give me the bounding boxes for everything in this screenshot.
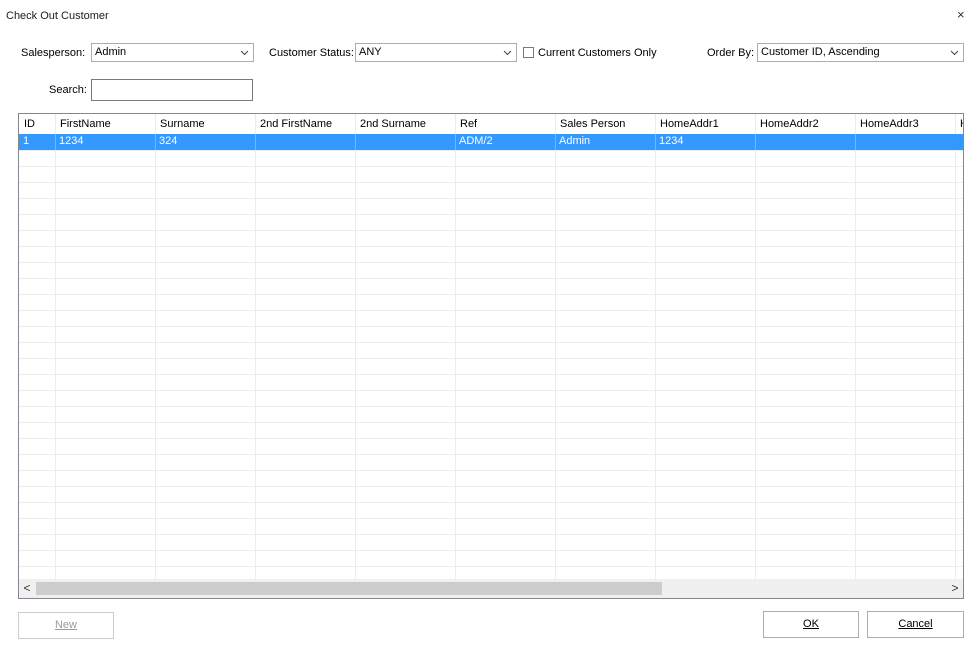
column-divider bbox=[855, 114, 856, 580]
column-header[interactable]: FirstName bbox=[55, 114, 155, 134]
column-header[interactable]: HomeAddr2 bbox=[755, 114, 855, 134]
row-divider bbox=[19, 454, 963, 455]
table-cell: ADM/2 bbox=[459, 135, 493, 147]
customer-status-label: Customer Status: bbox=[269, 47, 354, 59]
column-divider bbox=[955, 114, 956, 580]
cell-divider bbox=[755, 134, 756, 150]
chevron-down-icon bbox=[503, 48, 512, 57]
close-icon[interactable]: × bbox=[957, 7, 965, 22]
cell-divider bbox=[355, 134, 356, 150]
cell-divider bbox=[555, 134, 556, 150]
row-divider bbox=[19, 390, 963, 391]
row-divider bbox=[19, 278, 963, 279]
cell-divider bbox=[855, 134, 856, 150]
column-divider bbox=[55, 114, 56, 580]
cell-divider bbox=[255, 134, 256, 150]
column-divider bbox=[555, 114, 556, 580]
ok-button-label: OK bbox=[803, 618, 819, 630]
table-cell bbox=[755, 134, 855, 150]
column-header[interactable]: 2nd FirstName bbox=[255, 114, 355, 134]
row-divider bbox=[19, 294, 963, 295]
cancel-button-label: Cancel bbox=[898, 618, 933, 630]
row-divider bbox=[19, 518, 963, 519]
customer-status-select[interactable]: ANY bbox=[355, 43, 517, 62]
order-by-select[interactable]: Customer ID, Ascending bbox=[757, 43, 964, 62]
cell-divider bbox=[155, 134, 156, 150]
row-divider bbox=[19, 198, 963, 199]
salesperson-select[interactable]: Admin bbox=[91, 43, 254, 62]
row-divider bbox=[19, 166, 963, 167]
row-divider bbox=[19, 422, 963, 423]
column-header[interactable]: Ref bbox=[455, 114, 555, 134]
table-cell: 1 bbox=[23, 135, 30, 147]
row-divider bbox=[19, 246, 963, 247]
scrollbar-thumb[interactable] bbox=[36, 582, 662, 595]
row-divider bbox=[19, 534, 963, 535]
order-by-label: Order By: bbox=[707, 47, 755, 59]
scroll-right-icon[interactable]: > bbox=[947, 580, 963, 597]
row-divider bbox=[19, 550, 963, 551]
search-input[interactable] bbox=[91, 79, 253, 101]
row-divider bbox=[19, 358, 963, 359]
row-divider bbox=[19, 438, 963, 439]
row-divider bbox=[19, 502, 963, 503]
column-divider bbox=[455, 114, 456, 580]
row-divider bbox=[19, 566, 963, 567]
column-divider bbox=[755, 114, 756, 580]
horizontal-scrollbar[interactable]: < > bbox=[19, 579, 963, 598]
row-divider bbox=[19, 262, 963, 263]
cell-divider bbox=[455, 134, 456, 150]
row-divider bbox=[19, 214, 963, 215]
column-divider bbox=[155, 114, 156, 580]
ok-button[interactable]: OK bbox=[763, 611, 859, 638]
chevron-down-icon bbox=[240, 48, 249, 57]
cancel-button[interactable]: Cancel bbox=[867, 611, 964, 638]
cell-divider bbox=[55, 134, 56, 150]
column-header[interactable]: HomeAddr3 bbox=[855, 114, 955, 134]
window-title: Check Out Customer bbox=[6, 10, 109, 22]
table-cell bbox=[355, 134, 455, 150]
row-divider bbox=[19, 230, 963, 231]
search-label: Search: bbox=[49, 84, 87, 96]
current-customers-only-label: Current Customers Only bbox=[538, 47, 657, 59]
table-cell: 1234 bbox=[59, 135, 84, 147]
cell-divider bbox=[655, 134, 656, 150]
salesperson-label: Salesperson: bbox=[21, 47, 86, 59]
row-divider bbox=[19, 470, 963, 471]
table-cell: Admin bbox=[559, 135, 591, 147]
customer-grid[interactable]: ID FirstName Surname 2nd FirstName 2nd Surna… bbox=[18, 113, 964, 599]
customer-status-value: ANY bbox=[359, 46, 382, 58]
row-divider bbox=[19, 150, 963, 151]
column-divider bbox=[655, 114, 656, 580]
new-button[interactable]: New bbox=[18, 612, 114, 639]
column-header[interactable]: Surname bbox=[155, 114, 255, 134]
new-button-label: New bbox=[54, 619, 77, 631]
table-cell: 1234 bbox=[659, 135, 684, 147]
row-divider bbox=[19, 310, 963, 311]
column-divider bbox=[255, 114, 256, 580]
column-header[interactable]: H bbox=[955, 114, 963, 134]
table-row[interactable]: 1 1234 324 ADM/2 Admin 1234 bbox=[19, 134, 963, 150]
chevron-down-icon bbox=[950, 48, 959, 57]
salesperson-value: Admin bbox=[95, 46, 127, 58]
scroll-left-icon[interactable]: < bbox=[19, 580, 35, 597]
table-cell bbox=[855, 134, 955, 150]
column-header[interactable]: HomeAddr1 bbox=[655, 114, 755, 134]
column-header[interactable]: ID bbox=[19, 114, 55, 134]
current-customers-only-checkbox[interactable] bbox=[523, 47, 534, 58]
row-divider bbox=[19, 342, 963, 343]
grid-body: ID FirstName Surname 2nd FirstName 2nd Surna… bbox=[19, 114, 963, 580]
row-divider bbox=[19, 326, 963, 327]
row-divider bbox=[19, 182, 963, 183]
order-by-value: Customer ID, Ascending bbox=[761, 46, 880, 58]
row-divider bbox=[19, 406, 963, 407]
column-header[interactable]: 2nd Surname bbox=[355, 114, 455, 134]
column-divider bbox=[355, 114, 356, 580]
table-cell: 324 bbox=[159, 135, 178, 147]
table-cell bbox=[255, 134, 355, 150]
column-header[interactable]: Sales Person bbox=[555, 114, 655, 134]
row-divider bbox=[19, 374, 963, 375]
row-divider bbox=[19, 486, 963, 487]
